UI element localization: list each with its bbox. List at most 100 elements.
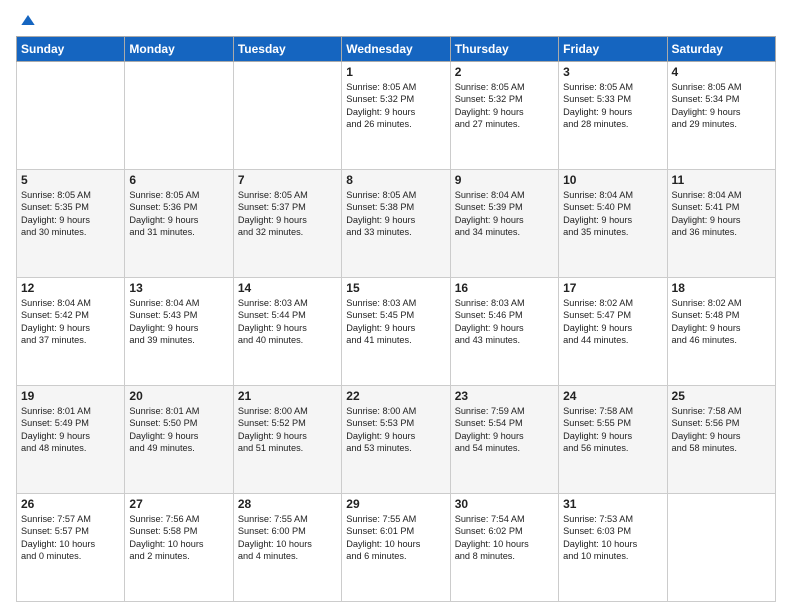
calendar-cell: 16Sunrise: 8:03 AM Sunset: 5:46 PM Dayli… <box>450 278 558 386</box>
day-info: Sunrise: 8:02 AM Sunset: 5:47 PM Dayligh… <box>563 297 662 347</box>
day-info: Sunrise: 7:56 AM Sunset: 5:58 PM Dayligh… <box>129 513 228 563</box>
logo <box>16 10 38 30</box>
day-info: Sunrise: 7:59 AM Sunset: 5:54 PM Dayligh… <box>455 405 554 455</box>
week-row-5: 26 Sunrise: 7:57 AM Sunset: 5:57 PM Dayli… <box>17 494 776 602</box>
day-number: 11 <box>672 173 771 187</box>
day-info: Sunrise: 7:58 AM Sunset: 5:56 PM Dayligh… <box>672 405 771 455</box>
day-info: Sunrise: 8:01 AM Sunset: 5:50 PM Dayligh… <box>129 405 228 455</box>
day-number: 16 <box>455 281 554 295</box>
day-number: 4 <box>672 65 771 79</box>
day-info: Sunrise: 7:55 AM Sunset: 6:00 PM Dayligh… <box>238 513 337 563</box>
calendar-cell: 2Sunrise: 8:05 AM Sunset: 5:32 PM Daylig… <box>450 62 558 170</box>
day-info: Sunrise: 7:58 AM Sunset: 5:55 PM Dayligh… <box>563 405 662 455</box>
day-number: 13 <box>129 281 228 295</box>
day-header-saturday: Saturday <box>667 37 775 62</box>
day-info: Sunrise: 7:55 AM Sunset: 6:01 PM Dayligh… <box>346 513 445 563</box>
calendar-cell <box>233 62 341 170</box>
day-number: 27 <box>129 497 228 511</box>
day-info: Sunrise: 8:04 AM Sunset: 5:43 PM Dayligh… <box>129 297 228 347</box>
day-number: 23 <box>455 389 554 403</box>
day-number: 24 <box>563 389 662 403</box>
day-info: Sunrise: 8:05 AM Sunset: 5:37 PM Dayligh… <box>238 189 337 239</box>
day-info: Sunrise: 8:05 AM Sunset: 5:35 PM Dayligh… <box>21 189 120 239</box>
calendar-cell: 25Sunrise: 7:58 AM Sunset: 5:56 PM Dayli… <box>667 386 775 494</box>
day-info: Sunrise: 8:05 AM Sunset: 5:38 PM Dayligh… <box>346 189 445 239</box>
calendar-cell: 10Sunrise: 8:04 AM Sunset: 5:40 PM Dayli… <box>559 170 667 278</box>
calendar-body: 1 Sunrise: 8:05 AM Sunset: 5:32 PM Daylig… <box>17 62 776 602</box>
day-number: 21 <box>238 389 337 403</box>
calendar-cell: 27 Sunrise: 7:56 AM Sunset: 5:58 PM Dayli… <box>125 494 233 602</box>
day-info: Sunrise: 8:03 AM Sunset: 5:45 PM Dayligh… <box>346 297 445 347</box>
calendar-cell: 19Sunrise: 8:01 AM Sunset: 5:49 PM Dayli… <box>17 386 125 494</box>
day-header-tuesday: Tuesday <box>233 37 341 62</box>
calendar-cell <box>667 494 775 602</box>
day-info: Sunrise: 8:02 AM Sunset: 5:48 PM Dayligh… <box>672 297 771 347</box>
week-row-3: 12 Sunrise: 8:04 AM Sunset: 5:42 PM Dayli… <box>17 278 776 386</box>
day-number: 30 <box>455 497 554 511</box>
day-number: 28 <box>238 497 337 511</box>
day-number: 15 <box>346 281 445 295</box>
day-info: Sunrise: 8:05 AM Sunset: 5:32 PM Dayligh… <box>455 81 554 131</box>
day-number: 19 <box>21 389 120 403</box>
calendar-cell: 30 Sunrise: 7:54 AM Sunset: 6:02 PM Dayli… <box>450 494 558 602</box>
calendar-table: SundayMondayTuesdayWednesdayThursdayFrid… <box>16 36 776 602</box>
day-number: 26 <box>21 497 120 511</box>
day-number: 6 <box>129 173 228 187</box>
day-number: 12 <box>21 281 120 295</box>
page: SundayMondayTuesdayWednesdayThursdayFrid… <box>0 0 792 612</box>
calendar-cell: 7 Sunrise: 8:05 AM Sunset: 5:37 PM Daylig… <box>233 170 341 278</box>
calendar-header-row: SundayMondayTuesdayWednesdayThursdayFrid… <box>17 37 776 62</box>
day-number: 9 <box>455 173 554 187</box>
day-info: Sunrise: 7:53 AM Sunset: 6:03 PM Dayligh… <box>563 513 662 563</box>
day-info: Sunrise: 8:04 AM Sunset: 5:41 PM Dayligh… <box>672 189 771 239</box>
day-header-sunday: Sunday <box>17 37 125 62</box>
day-info: Sunrise: 7:54 AM Sunset: 6:02 PM Dayligh… <box>455 513 554 563</box>
calendar-cell: 5Sunrise: 8:05 AM Sunset: 5:35 PM Daylig… <box>17 170 125 278</box>
calendar-cell: 22 Sunrise: 8:00 AM Sunset: 5:53 PM Dayli… <box>342 386 450 494</box>
day-info: Sunrise: 8:03 AM Sunset: 5:44 PM Dayligh… <box>238 297 337 347</box>
calendar-cell: 13 Sunrise: 8:04 AM Sunset: 5:43 PM Dayli… <box>125 278 233 386</box>
day-info: Sunrise: 8:00 AM Sunset: 5:53 PM Dayligh… <box>346 405 445 455</box>
day-number: 8 <box>346 173 445 187</box>
calendar-cell: 4 Sunrise: 8:05 AM Sunset: 5:34 PM Daylig… <box>667 62 775 170</box>
calendar-cell: 14Sunrise: 8:03 AM Sunset: 5:44 PM Dayli… <box>233 278 341 386</box>
day-number: 29 <box>346 497 445 511</box>
calendar-cell: 17Sunrise: 8:02 AM Sunset: 5:47 PM Dayli… <box>559 278 667 386</box>
calendar-cell: 8 Sunrise: 8:05 AM Sunset: 5:38 PM Daylig… <box>342 170 450 278</box>
header <box>16 10 776 30</box>
calendar-cell: 6Sunrise: 8:05 AM Sunset: 5:36 PM Daylig… <box>125 170 233 278</box>
day-number: 31 <box>563 497 662 511</box>
day-info: Sunrise: 8:04 AM Sunset: 5:39 PM Dayligh… <box>455 189 554 239</box>
calendar-cell: 20 Sunrise: 8:01 AM Sunset: 5:50 PM Dayli… <box>125 386 233 494</box>
calendar-cell: 9 Sunrise: 8:04 AM Sunset: 5:39 PM Daylig… <box>450 170 558 278</box>
day-number: 18 <box>672 281 771 295</box>
day-number: 3 <box>563 65 662 79</box>
day-info: Sunrise: 7:57 AM Sunset: 5:57 PM Dayligh… <box>21 513 120 563</box>
calendar-cell: 28 Sunrise: 7:55 AM Sunset: 6:00 PM Dayli… <box>233 494 341 602</box>
week-row-2: 5Sunrise: 8:05 AM Sunset: 5:35 PM Daylig… <box>17 170 776 278</box>
calendar-cell: 26 Sunrise: 7:57 AM Sunset: 5:57 PM Dayli… <box>17 494 125 602</box>
calendar-cell <box>125 62 233 170</box>
logo-triangle-icon <box>18 10 38 30</box>
day-header-monday: Monday <box>125 37 233 62</box>
day-header-wednesday: Wednesday <box>342 37 450 62</box>
calendar-cell: 21 Sunrise: 8:00 AM Sunset: 5:52 PM Dayli… <box>233 386 341 494</box>
day-info: Sunrise: 8:04 AM Sunset: 5:42 PM Dayligh… <box>21 297 120 347</box>
day-header-thursday: Thursday <box>450 37 558 62</box>
day-info: Sunrise: 8:04 AM Sunset: 5:40 PM Dayligh… <box>563 189 662 239</box>
day-number: 7 <box>238 173 337 187</box>
calendar-cell: 11 Sunrise: 8:04 AM Sunset: 5:41 PM Dayli… <box>667 170 775 278</box>
calendar-cell: 12 Sunrise: 8:04 AM Sunset: 5:42 PM Dayli… <box>17 278 125 386</box>
day-info: Sunrise: 8:05 AM Sunset: 5:34 PM Dayligh… <box>672 81 771 131</box>
day-info: Sunrise: 8:05 AM Sunset: 5:32 PM Dayligh… <box>346 81 445 131</box>
calendar-cell: 1 Sunrise: 8:05 AM Sunset: 5:32 PM Daylig… <box>342 62 450 170</box>
calendar-cell: 24 Sunrise: 7:58 AM Sunset: 5:55 PM Dayli… <box>559 386 667 494</box>
day-number: 22 <box>346 389 445 403</box>
day-number: 1 <box>346 65 445 79</box>
calendar-cell: 23 Sunrise: 7:59 AM Sunset: 5:54 PM Dayli… <box>450 386 558 494</box>
calendar-cell: 18 Sunrise: 8:02 AM Sunset: 5:48 PM Dayli… <box>667 278 775 386</box>
day-info: Sunrise: 8:00 AM Sunset: 5:52 PM Dayligh… <box>238 405 337 455</box>
calendar-cell: 3Sunrise: 8:05 AM Sunset: 5:33 PM Daylig… <box>559 62 667 170</box>
day-number: 20 <box>129 389 228 403</box>
calendar-cell <box>17 62 125 170</box>
